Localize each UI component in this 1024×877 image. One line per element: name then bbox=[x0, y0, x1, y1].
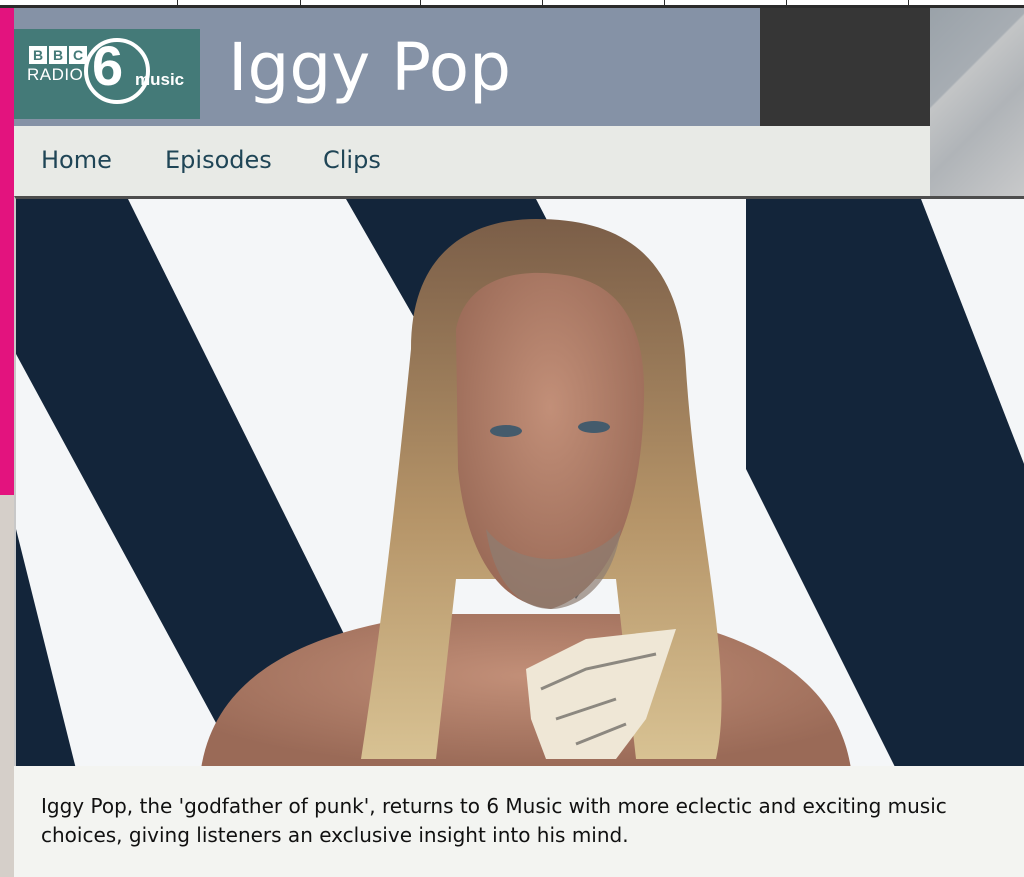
top-edge-tick bbox=[786, 0, 787, 8]
photo-eye bbox=[578, 421, 610, 433]
nav-item-clips[interactable]: Clips bbox=[323, 146, 381, 174]
top-edge-tick bbox=[542, 0, 543, 8]
top-edge-tick bbox=[177, 0, 178, 8]
programme-description: Iggy Pop, the 'godfather of punk', retur… bbox=[41, 794, 947, 847]
header-right-panel bbox=[930, 8, 1024, 196]
bbc-letter: B bbox=[49, 46, 67, 64]
bbc-radio-6-music-logo[interactable]: B B C RADIO 6 music bbox=[14, 29, 200, 119]
logo-six-text: 6 bbox=[92, 34, 124, 97]
programme-header: B B C RADIO 6 music Iggy Pop bbox=[14, 8, 760, 126]
hero-image bbox=[14, 196, 1024, 766]
top-edge-tick bbox=[300, 0, 301, 8]
page-title: Iggy Pop bbox=[228, 29, 512, 106]
portrait-photo-icon bbox=[16, 199, 1024, 766]
accent-side-bar bbox=[0, 8, 14, 495]
window-top-edge bbox=[0, 0, 1024, 8]
bbc-blocks: B B C bbox=[29, 46, 87, 64]
programme-nav: Home Episodes Clips bbox=[14, 126, 930, 196]
bbc-letter: B bbox=[29, 46, 47, 64]
logo-radio-text: RADIO bbox=[27, 65, 84, 84]
top-edge-tick bbox=[420, 0, 421, 8]
description-panel: Iggy Pop, the 'godfather of punk', retur… bbox=[14, 766, 1024, 877]
header-dark-panel bbox=[760, 8, 930, 126]
top-edge-tick bbox=[908, 0, 909, 8]
photo-eye bbox=[490, 425, 522, 437]
top-edge-tick bbox=[664, 0, 665, 8]
side-bar-lower bbox=[0, 495, 14, 877]
nav-item-episodes[interactable]: Episodes bbox=[165, 146, 272, 174]
nav-item-home[interactable]: Home bbox=[41, 146, 112, 174]
logo-music-text: music bbox=[135, 70, 185, 89]
